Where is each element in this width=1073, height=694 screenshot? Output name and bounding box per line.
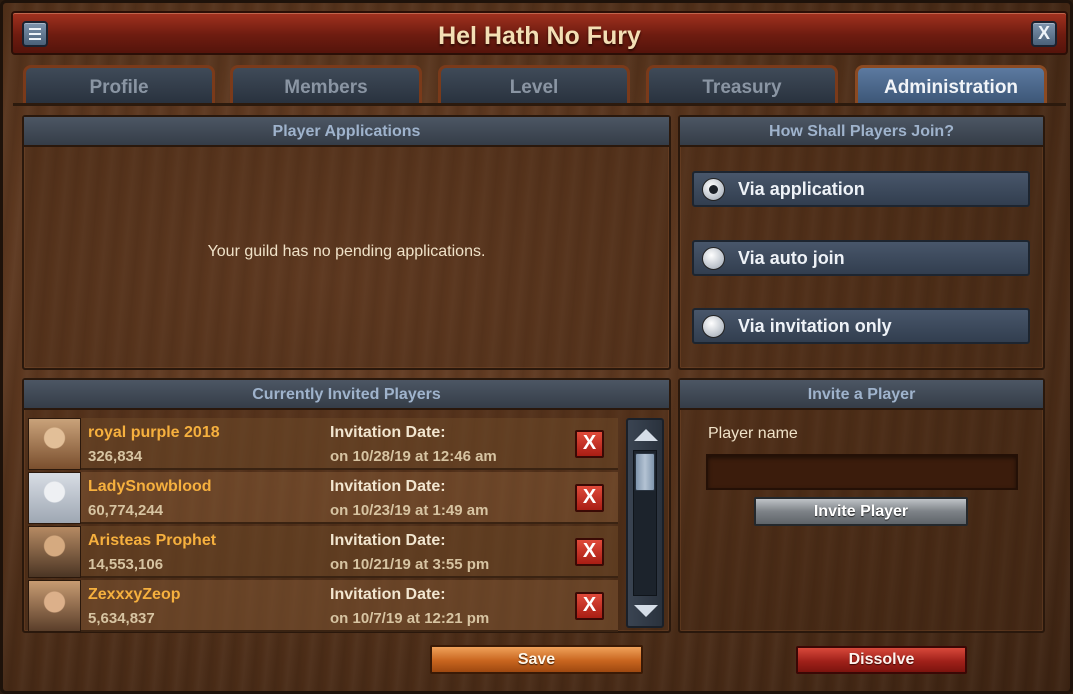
tab-profile[interactable]: Profile (23, 65, 215, 105)
invitation-date: on 10/7/19 at 12:21 pm (330, 610, 490, 627)
tab-divider (13, 103, 1066, 106)
invite-player-header: Invite a Player (680, 380, 1043, 410)
invited-player-row: LadySnowblood 60,774,244 Invitation Date… (28, 472, 618, 524)
remove-invite-button[interactable]: X (575, 484, 604, 512)
scroll-down-icon[interactable] (634, 605, 658, 617)
applications-header: Player Applications (24, 117, 669, 147)
player-avatar (28, 580, 81, 632)
player-score: 14,553,106 (88, 556, 164, 573)
player-name[interactable]: royal purple 2018 (88, 424, 220, 442)
join-option-label: Via invitation only (738, 316, 892, 336)
player-name[interactable]: LadySnowblood (88, 478, 212, 496)
close-button[interactable]: X (1031, 21, 1057, 47)
invitation-date-label: Invitation Date: (330, 478, 446, 495)
player-name-input[interactable] (706, 454, 1018, 490)
window-title: Hel Hath No Fury (438, 22, 641, 50)
invitation-date: on 10/28/19 at 12:46 am (330, 448, 497, 465)
invited-player-row: ZexxxyZeop 5,634,837 Invitation Date: on… (28, 580, 618, 632)
remove-invite-button[interactable]: X (575, 538, 604, 566)
player-name[interactable]: ZexxxyZeop (88, 586, 180, 604)
scroll-track[interactable] (633, 450, 657, 596)
player-avatar (28, 526, 81, 578)
invitation-date-label: Invitation Date: (330, 424, 446, 441)
player-name-label: Player name (708, 425, 798, 442)
join-mode-header: How Shall Players Join? (680, 117, 1043, 147)
scroll-thumb[interactable] (635, 453, 655, 491)
invite-player-button[interactable]: Invite Player (754, 497, 968, 526)
radio-selected-icon[interactable] (702, 178, 725, 201)
join-option-application[interactable]: Via application (692, 171, 1030, 207)
tab-treasury[interactable]: Treasury (646, 65, 838, 105)
radio-unselected-icon[interactable] (702, 247, 725, 270)
remove-invite-button[interactable]: X (575, 430, 604, 458)
dissolve-button[interactable]: Dissolve (796, 646, 967, 674)
applications-panel: Player Applications Your guild has no pe… (22, 115, 671, 370)
player-score: 60,774,244 (88, 502, 164, 519)
no-applications-message: Your guild has no pending applications. (207, 243, 486, 260)
join-option-auto-join[interactable]: Via auto join (692, 240, 1030, 276)
invited-player-row: royal purple 2018 326,834 Invitation Dat… (28, 418, 618, 470)
join-option-invitation-only[interactable]: Via invitation only (692, 308, 1030, 344)
radio-unselected-icon[interactable] (702, 315, 725, 338)
guild-window: Hel Hath No Fury X Profile Members Level… (0, 0, 1073, 694)
player-score: 326,834 (88, 448, 143, 465)
save-button[interactable]: Save (430, 645, 643, 674)
player-avatar (28, 418, 81, 470)
remove-invite-button[interactable]: X (575, 592, 604, 620)
invited-player-row: Aristeas Prophet 14,553,106 Invitation D… (28, 526, 618, 578)
invite-player-panel: Invite a Player Player name Invite Playe… (678, 378, 1045, 633)
join-option-label: Via auto join (738, 248, 845, 268)
invited-players-header: Currently Invited Players (24, 380, 669, 410)
tab-level[interactable]: Level (438, 65, 630, 105)
invitation-date: on 10/23/19 at 1:49 am (330, 502, 489, 519)
title-bar: Hel Hath No Fury X (11, 11, 1068, 55)
invited-list-scrollbar[interactable] (626, 418, 664, 628)
invitation-date-label: Invitation Date: (330, 532, 446, 549)
join-mode-panel: How Shall Players Join? Via application … (678, 115, 1045, 370)
tab-administration[interactable]: Administration (855, 65, 1047, 105)
player-score: 5,634,837 (88, 610, 155, 627)
join-option-label: Via application (738, 179, 865, 199)
scroll-up-icon[interactable] (634, 429, 658, 441)
invitation-date: on 10/21/19 at 3:55 pm (330, 556, 490, 573)
player-name[interactable]: Aristeas Prophet (88, 532, 216, 550)
player-avatar (28, 472, 81, 524)
invited-players-panel: Currently Invited Players royal purple 2… (22, 378, 671, 633)
invitation-date-label: Invitation Date: (330, 586, 446, 603)
tab-members[interactable]: Members (230, 65, 422, 105)
